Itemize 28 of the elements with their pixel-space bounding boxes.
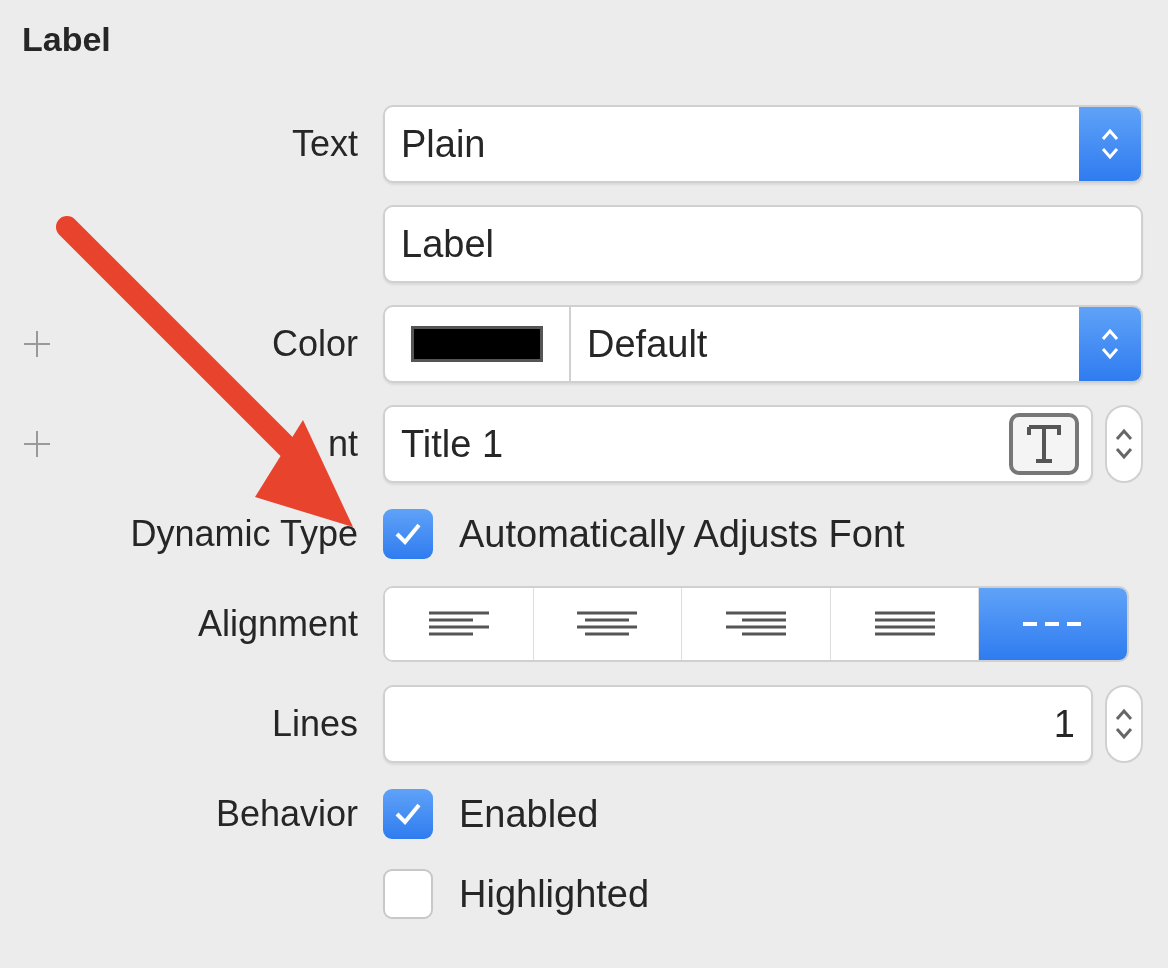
panel-title: Label	[22, 20, 111, 60]
field-label: Lines	[271, 703, 358, 745]
text-align-icon	[873, 609, 936, 639]
field-label: Text	[291, 123, 358, 165]
text-align-icon	[427, 609, 490, 639]
field-label: Dynamic Type	[130, 513, 358, 555]
checkmark-icon	[393, 801, 423, 827]
lines-stepper[interactable]	[1105, 685, 1143, 763]
color-popup[interactable]: Default	[383, 305, 1143, 383]
checkmark-icon	[393, 521, 423, 547]
checkbox-label: Highlighted	[459, 872, 650, 916]
checkbox[interactable]	[383, 509, 433, 559]
field-label: Behavior	[215, 793, 358, 835]
lines-field[interactable]: 1	[383, 685, 1093, 763]
font-field[interactable]: Title 1	[383, 405, 1093, 483]
checkbox-label: Enabled	[459, 792, 599, 836]
field-label: Alignment	[197, 603, 358, 645]
text-align-icon	[725, 609, 787, 639]
font-picker-icon[interactable]	[1009, 413, 1079, 475]
text-align-icon	[576, 609, 639, 639]
checkbox-label: Automatically Adjusts Font	[459, 512, 905, 556]
field-label: Color	[271, 323, 358, 365]
font-size-stepper[interactable]	[1105, 405, 1143, 483]
field-label: nt	[327, 423, 358, 465]
checkbox[interactable]	[383, 869, 433, 919]
text-type-popup[interactable]: Plain	[383, 105, 1143, 183]
text-field[interactable]: Label	[383, 205, 1143, 283]
checkbox[interactable]	[383, 789, 433, 839]
